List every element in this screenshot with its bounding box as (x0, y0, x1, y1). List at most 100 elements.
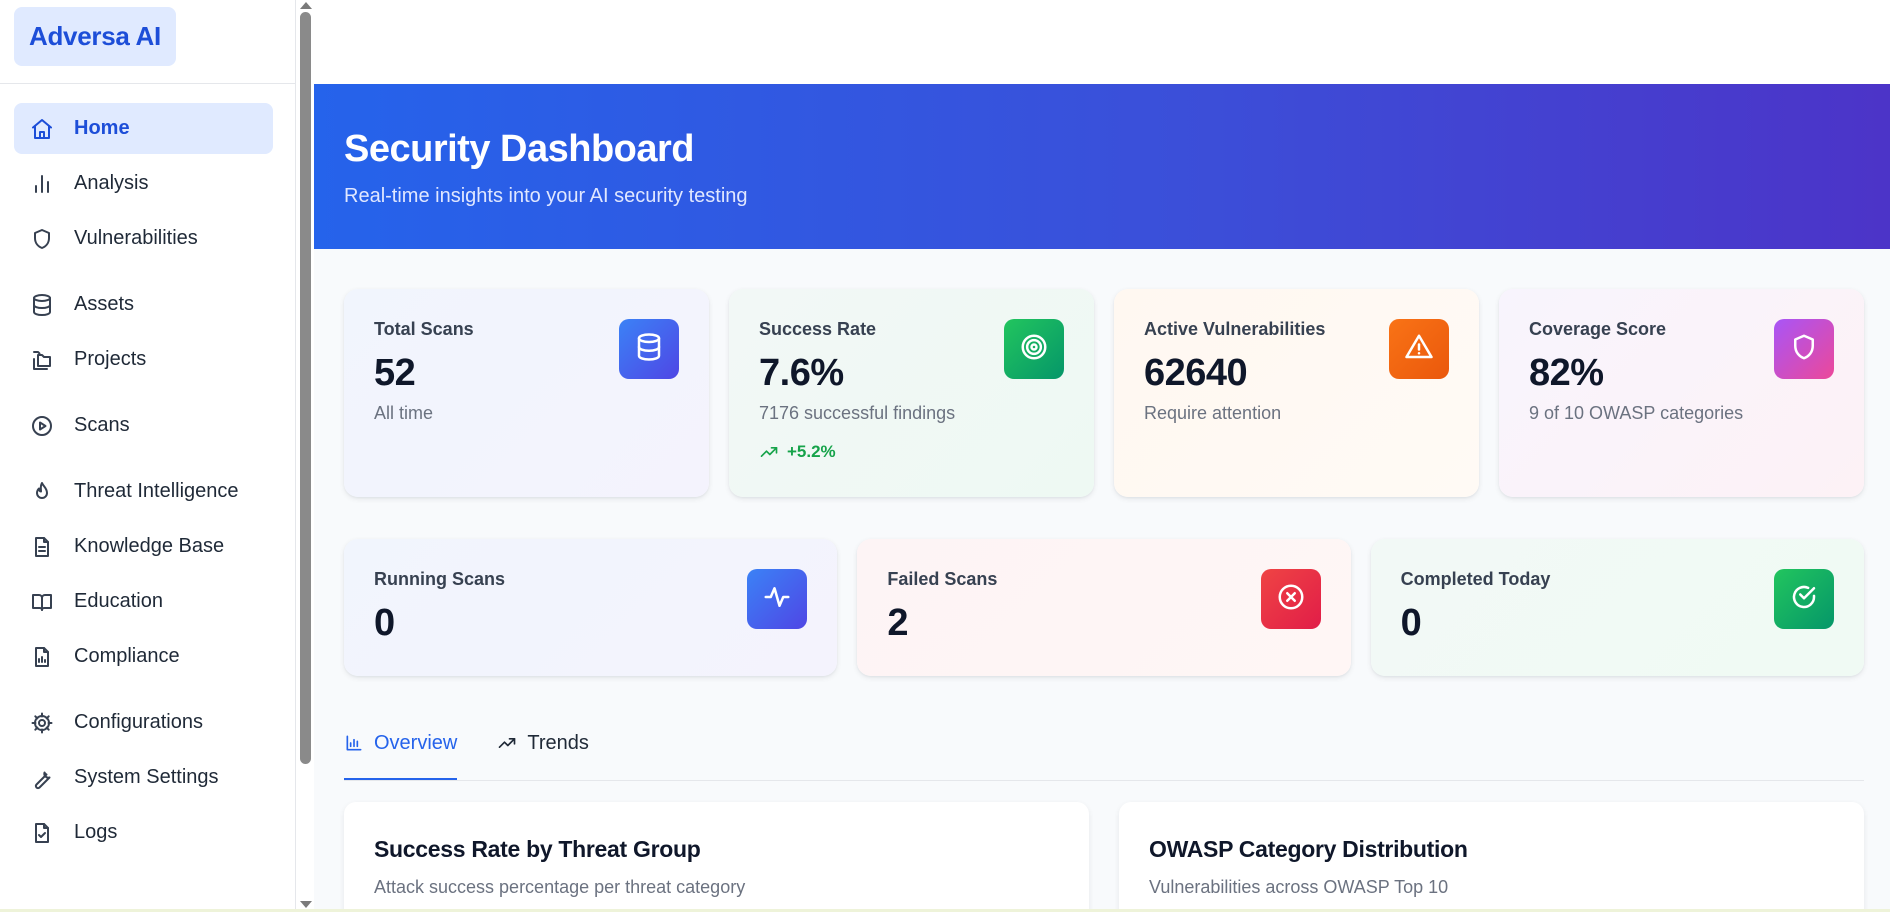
status-card-completed-today[interactable]: Completed Today 0 (1370, 539, 1864, 676)
sidebar-item-label: Threat Intelligence (74, 480, 239, 502)
chart-panels: Success Rate by Threat Group Attack succ… (314, 781, 1890, 912)
trend-indicator: +5.2% (759, 442, 1064, 462)
panel-subtitle: Vulnerabilities across OWASP Top 10 (1149, 877, 1449, 897)
status-title: Running Scans (374, 569, 506, 589)
sidebar-item-configurations[interactable]: Configurations (14, 697, 273, 748)
tab-label: Trends (527, 732, 589, 754)
check-circle-icon (1789, 582, 1819, 617)
file-check-icon (30, 821, 54, 845)
sidebar-item-label: Projects (74, 348, 147, 370)
status-badge (1260, 569, 1321, 629)
activity-icon (762, 582, 792, 617)
stat-badge (619, 319, 679, 379)
panel-subtitle: Attack success percentage per threat cat… (374, 877, 746, 897)
target-icon (1019, 332, 1049, 367)
trend-value: +5.2% (787, 442, 836, 461)
scroll-thumb[interactable] (300, 12, 311, 764)
file-text-icon (30, 535, 54, 559)
panel-title: OWASP Category Distribution (1149, 836, 1468, 862)
stat-subtext: All time (374, 403, 434, 423)
sidebar-item-label: Knowledge Base (74, 535, 225, 557)
sidebar-item-label: Compliance (74, 645, 180, 667)
home-icon (30, 117, 54, 141)
tab-trends[interactable]: Trends (497, 726, 589, 780)
sidebar-item-compliance[interactable]: Compliance (14, 631, 273, 682)
nav-group-settings: Configurations System Settings Logs (0, 697, 295, 858)
stat-card-active-vulnerabilities[interactable]: Active Vulnerabilities 62640 Require att… (1114, 289, 1479, 497)
stat-subtext: Require attention (1144, 403, 1282, 423)
nav-group-main: Home Analysis Vulnerabilities (0, 103, 295, 264)
sidebar-item-scans[interactable]: Scans (14, 400, 273, 451)
nav-group-assets: Assets Projects (0, 279, 295, 385)
stat-card-coverage-score[interactable]: Coverage Score 82% 9 of 10 OWASP categor… (1499, 289, 1864, 497)
sidebar-item-vulnerabilities[interactable]: Vulnerabilities (14, 213, 273, 264)
bar-chart-icon (30, 172, 54, 196)
sidebar-item-label: Configurations (74, 711, 203, 733)
nav-group-scans: Scans (0, 400, 295, 451)
bar-chart-icon (346, 735, 362, 751)
sidebar-item-label: Scans (74, 414, 130, 436)
sidebar-item-label: Assets (74, 293, 135, 315)
tab-overview[interactable]: Overview (344, 726, 458, 780)
sidebar-item-label: Analysis (74, 172, 149, 194)
trending-up-icon (499, 738, 516, 748)
stats-cards: Total Scans 52 All time Success Rate 7.6… (314, 249, 1890, 497)
panel-owasp-category-distribution: OWASP Category Distribution Vulnerabilit… (1119, 802, 1864, 912)
status-cards: Running Scans 0 Failed Scans 2 Completed… (314, 497, 1890, 676)
sidebar-nav: Home Analysis Vulnerabilities Assets Pro… (0, 84, 295, 858)
stat-badge (1389, 319, 1449, 379)
stat-subtext: 7176 successful findings (759, 403, 956, 423)
page-subtitle: Real-time insights into your AI security… (344, 185, 748, 207)
panel-title: Success Rate by Threat Group (374, 836, 701, 862)
shield-icon (1789, 332, 1819, 367)
status-value: 2 (887, 602, 908, 644)
status-card-running-scans[interactable]: Running Scans 0 (344, 539, 838, 676)
scroll-up-arrow-icon[interactable] (300, 2, 312, 9)
status-title: Completed Today (1400, 569, 1551, 589)
app-root: Adversa AI Home Analysis Vulnerabilities (0, 0, 1890, 912)
status-value: 0 (374, 602, 395, 644)
nav-group-knowledge: Threat Intelligence Knowledge Base Educa… (0, 466, 295, 682)
sidebar-item-analysis[interactable]: Analysis (14, 158, 273, 209)
sidebar-item-label: System Settings (74, 766, 219, 788)
sidebar-item-education[interactable]: Education (14, 576, 273, 627)
shield-icon (30, 227, 54, 251)
x-circle-icon (1276, 582, 1306, 617)
flame-icon (30, 480, 54, 504)
top-bar (314, 0, 1890, 84)
sidebar-item-knowledge-base[interactable]: Knowledge Base (14, 521, 273, 572)
sidebar: Adversa AI Home Analysis Vulnerabilities (0, 0, 296, 912)
sidebar-item-home[interactable]: Home (14, 103, 273, 154)
scroll-down-arrow-icon[interactable] (300, 901, 312, 908)
wrench-icon (30, 766, 54, 790)
trending-up-icon (760, 447, 778, 457)
sidebar-item-system-settings[interactable]: System Settings (14, 752, 273, 803)
sidebar-item-label: Home (74, 117, 130, 139)
page-title: Security Dashboard (344, 128, 695, 170)
book-open-icon (30, 590, 54, 614)
sidebar-item-assets[interactable]: Assets (14, 279, 273, 330)
gear-icon (30, 711, 54, 735)
sidebar-item-projects[interactable]: Projects (14, 334, 273, 385)
panel-success-rate-by-threat-group: Success Rate by Threat Group Attack succ… (344, 802, 1089, 912)
main-content: Security Dashboard Real-time insights in… (314, 0, 1890, 912)
sidebar-item-label: Vulnerabilities (74, 227, 198, 249)
sidebar-item-logs[interactable]: Logs (14, 807, 273, 858)
sidebar-item-label: Logs (74, 821, 118, 843)
alert-triangle-icon (1404, 332, 1434, 367)
stat-badge (1774, 319, 1834, 379)
database-icon (30, 293, 54, 317)
stat-subtext: 9 of 10 OWASP categories (1529, 403, 1744, 423)
status-badge (747, 569, 808, 629)
status-value: 0 (1400, 602, 1422, 644)
status-title: Failed Scans (887, 569, 998, 589)
play-circle-icon (30, 414, 54, 438)
sidebar-scrollbar[interactable] (296, 0, 314, 912)
brand-logo[interactable]: Adversa AI (14, 7, 176, 66)
status-card-failed-scans[interactable]: Failed Scans 2 (857, 539, 1351, 676)
stat-card-success-rate[interactable]: Success Rate 7.6% 7176 successful findin… (729, 289, 1094, 497)
sidebar-item-threat-intelligence[interactable]: Threat Intelligence (14, 466, 273, 517)
file-chart-icon (30, 645, 54, 669)
folders-icon (30, 348, 54, 372)
stat-card-total-scans[interactable]: Total Scans 52 All time (344, 289, 709, 497)
